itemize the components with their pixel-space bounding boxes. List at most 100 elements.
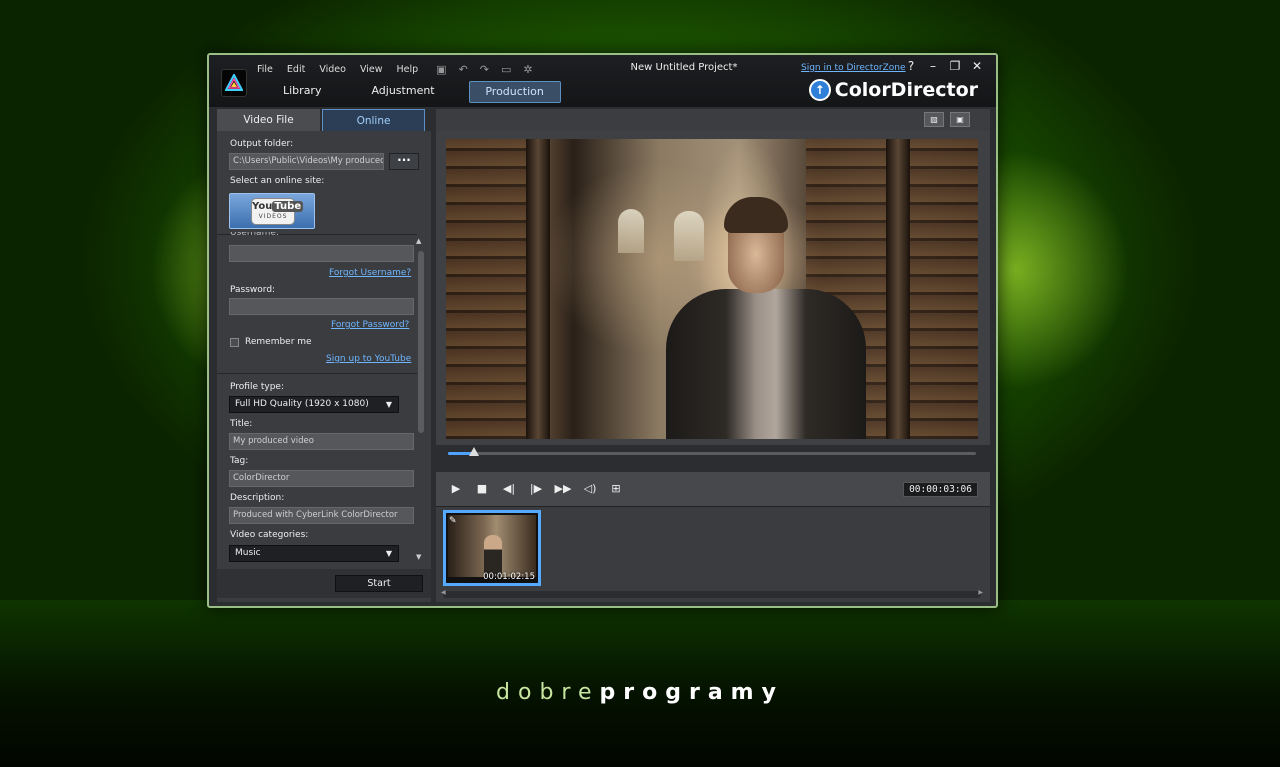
seek-track[interactable] xyxy=(448,447,976,456)
scroll-up-arrow-icon[interactable]: ▲ xyxy=(416,237,421,245)
profile-type-dropdown[interactable]: Full HD Quality (1920 x 1080) ▼ xyxy=(229,396,399,413)
tag-label: Tag: xyxy=(230,456,249,466)
stop-icon[interactable]: ■ xyxy=(472,480,492,498)
youtube-tube: Tube xyxy=(272,201,304,212)
filmstrip: ✎ 00:01:02:15 ◀ ▶ xyxy=(436,506,990,602)
minimize-button[interactable]: – xyxy=(922,59,944,73)
upgrade-arrow-icon[interactable]: ↑ xyxy=(808,79,831,101)
maximize-button[interactable]: ❐ xyxy=(944,59,966,73)
sign-in-directorzone-link[interactable]: Sign in to DirectorZone xyxy=(801,63,906,73)
library-window xyxy=(618,209,644,253)
pillar xyxy=(526,139,550,439)
output-folder-label: Output folder: xyxy=(230,139,294,149)
undo-icon[interactable]: ↶ xyxy=(459,63,468,76)
quick-toolbar: ▣ ↶ ↷ ▭ ✲ xyxy=(436,63,544,76)
remember-me-checkbox[interactable] xyxy=(230,338,239,347)
brand-watermark: dobreprogramy xyxy=(0,680,1280,705)
bookshelf-left xyxy=(446,139,526,439)
menu-file[interactable]: File xyxy=(257,64,273,75)
brand-part-2: programy xyxy=(599,680,784,705)
timecode-display: 00:00:03:06 xyxy=(903,482,978,497)
description-input[interactable]: Produced with CyberLink ColorDirector xyxy=(229,507,414,524)
save-icon[interactable]: ▣ xyxy=(436,63,446,76)
settings-gear-icon[interactable]: ✲ xyxy=(523,63,532,76)
settings-scrollbar-thumb[interactable] xyxy=(418,251,424,433)
menu-video[interactable]: Video xyxy=(319,64,346,75)
video-categories-label: Video categories: xyxy=(230,530,309,540)
volume-icon[interactable]: ◁) xyxy=(580,480,600,498)
fast-forward-icon[interactable]: ▶▶ xyxy=(553,480,573,498)
tab-online[interactable]: Online xyxy=(322,109,425,131)
preview-mode-2-icon[interactable]: ▣ xyxy=(950,112,970,127)
profile-type-value: Full HD Quality (1920 x 1080) xyxy=(235,399,369,409)
production-settings-panel: Video File Online Output folder: C:\User… xyxy=(217,109,431,602)
previous-frame-icon[interactable]: ◀| xyxy=(499,480,519,498)
play-icon[interactable]: ▶ xyxy=(446,480,466,498)
title-bar: File Edit Video View Help ▣ ↶ ↷ ▭ ✲ New … xyxy=(209,55,996,107)
close-button[interactable]: ✕ xyxy=(966,59,988,73)
online-site-label: Select an online site: xyxy=(230,176,325,186)
profile-type-label: Profile type: xyxy=(230,382,284,392)
seek-bar xyxy=(436,445,990,461)
window-controls: ? – ❐ ✕ xyxy=(900,59,988,73)
scroll-left-arrow-icon[interactable]: ◀ xyxy=(441,589,446,596)
prism-icon xyxy=(225,74,243,91)
forgot-password-link[interactable]: Forgot Password? xyxy=(331,320,409,330)
tab-library[interactable]: Library xyxy=(267,81,337,103)
colordirector-logo: ↑ ColorDirector xyxy=(808,79,978,101)
tab-video-file[interactable]: Video File xyxy=(217,109,320,131)
video-categories-dropdown[interactable]: Music ▼ xyxy=(229,545,399,562)
help-button[interactable]: ? xyxy=(900,59,922,73)
tab-production[interactable]: Production xyxy=(468,81,561,103)
forgot-username-link[interactable]: Forgot Username? xyxy=(329,268,411,278)
menu-help[interactable]: Help xyxy=(396,64,418,75)
next-frame-icon[interactable]: |▶ xyxy=(526,480,546,498)
filmstrip-scrollbar[interactable]: ◀ ▶ xyxy=(441,589,983,598)
username-input[interactable] xyxy=(229,245,414,262)
preview-area xyxy=(436,131,990,445)
pillar xyxy=(886,139,910,439)
menu-view[interactable]: View xyxy=(360,64,383,75)
start-button[interactable]: Start xyxy=(335,575,423,592)
snapshot-icon[interactable]: ⊞ xyxy=(606,480,626,498)
scroll-right-arrow-icon[interactable]: ▶ xyxy=(978,589,983,596)
app-name: ColorDirector xyxy=(834,79,978,101)
menu-edit[interactable]: Edit xyxy=(287,64,305,75)
app-logo-icon[interactable] xyxy=(221,69,247,97)
youtube-site-button[interactable]: You Tube VIDEOS xyxy=(229,193,315,229)
sign-up-youtube-link[interactable]: Sign up to YouTube xyxy=(326,354,411,364)
redo-icon[interactable]: ↷ xyxy=(480,63,489,76)
title-input[interactable]: My produced video xyxy=(229,433,414,450)
library-window xyxy=(674,211,704,261)
export-icon[interactable]: ▭ xyxy=(501,63,511,76)
menu-bar: File Edit Video View Help ▣ ↶ ↷ ▭ ✲ xyxy=(257,61,545,77)
brand-part-1: dobre xyxy=(496,680,600,705)
youtube-logo-icon: You Tube VIDEOS xyxy=(251,198,304,225)
seek-handle[interactable] xyxy=(469,447,480,456)
browse-folder-button[interactable]: ··· xyxy=(389,153,419,170)
youtube-logo-text: You Tube xyxy=(252,200,304,213)
output-folder-field[interactable]: C:\Users\Public\Videos\My produced xyxy=(229,153,384,170)
clip-thumbnail[interactable]: ✎ 00:01:02:15 xyxy=(443,510,541,586)
preview-mode-1-icon[interactable]: ▨ xyxy=(924,112,944,127)
youtube-you: You xyxy=(252,201,273,212)
scroll-down-arrow-icon[interactable]: ▼ xyxy=(416,553,421,561)
video-categories-value: Music xyxy=(235,548,261,558)
tab-adjustment[interactable]: Adjustment xyxy=(351,81,454,103)
youtube-videos-text: VIDEOS xyxy=(258,213,288,220)
remember-me-label: Remember me xyxy=(245,337,312,347)
username-label: Username: xyxy=(230,232,279,238)
pencil-edit-icon[interactable]: ✎ xyxy=(449,516,457,526)
preview-panel: ▨ ▣ ▶ ■ ◀| |▶ ▶▶ ◁) ⊞ 00:00:03:06 xyxy=(436,109,990,506)
clip-duration: 00:01:02:15 xyxy=(483,572,535,582)
password-input[interactable] xyxy=(229,298,414,315)
chevron-down-icon: ▼ xyxy=(385,400,392,409)
chevron-down-icon: ▼ xyxy=(385,549,392,558)
video-preview[interactable] xyxy=(446,139,978,439)
tag-input[interactable]: ColorDirector xyxy=(229,470,414,487)
output-tabs: Video File Online xyxy=(217,109,431,131)
view-toolbar: ▨ ▣ xyxy=(436,109,990,131)
section-divider xyxy=(217,373,417,374)
title-label: Title: xyxy=(230,419,253,429)
app-window: File Edit Video View Help ▣ ↶ ↷ ▭ ✲ New … xyxy=(207,53,998,608)
